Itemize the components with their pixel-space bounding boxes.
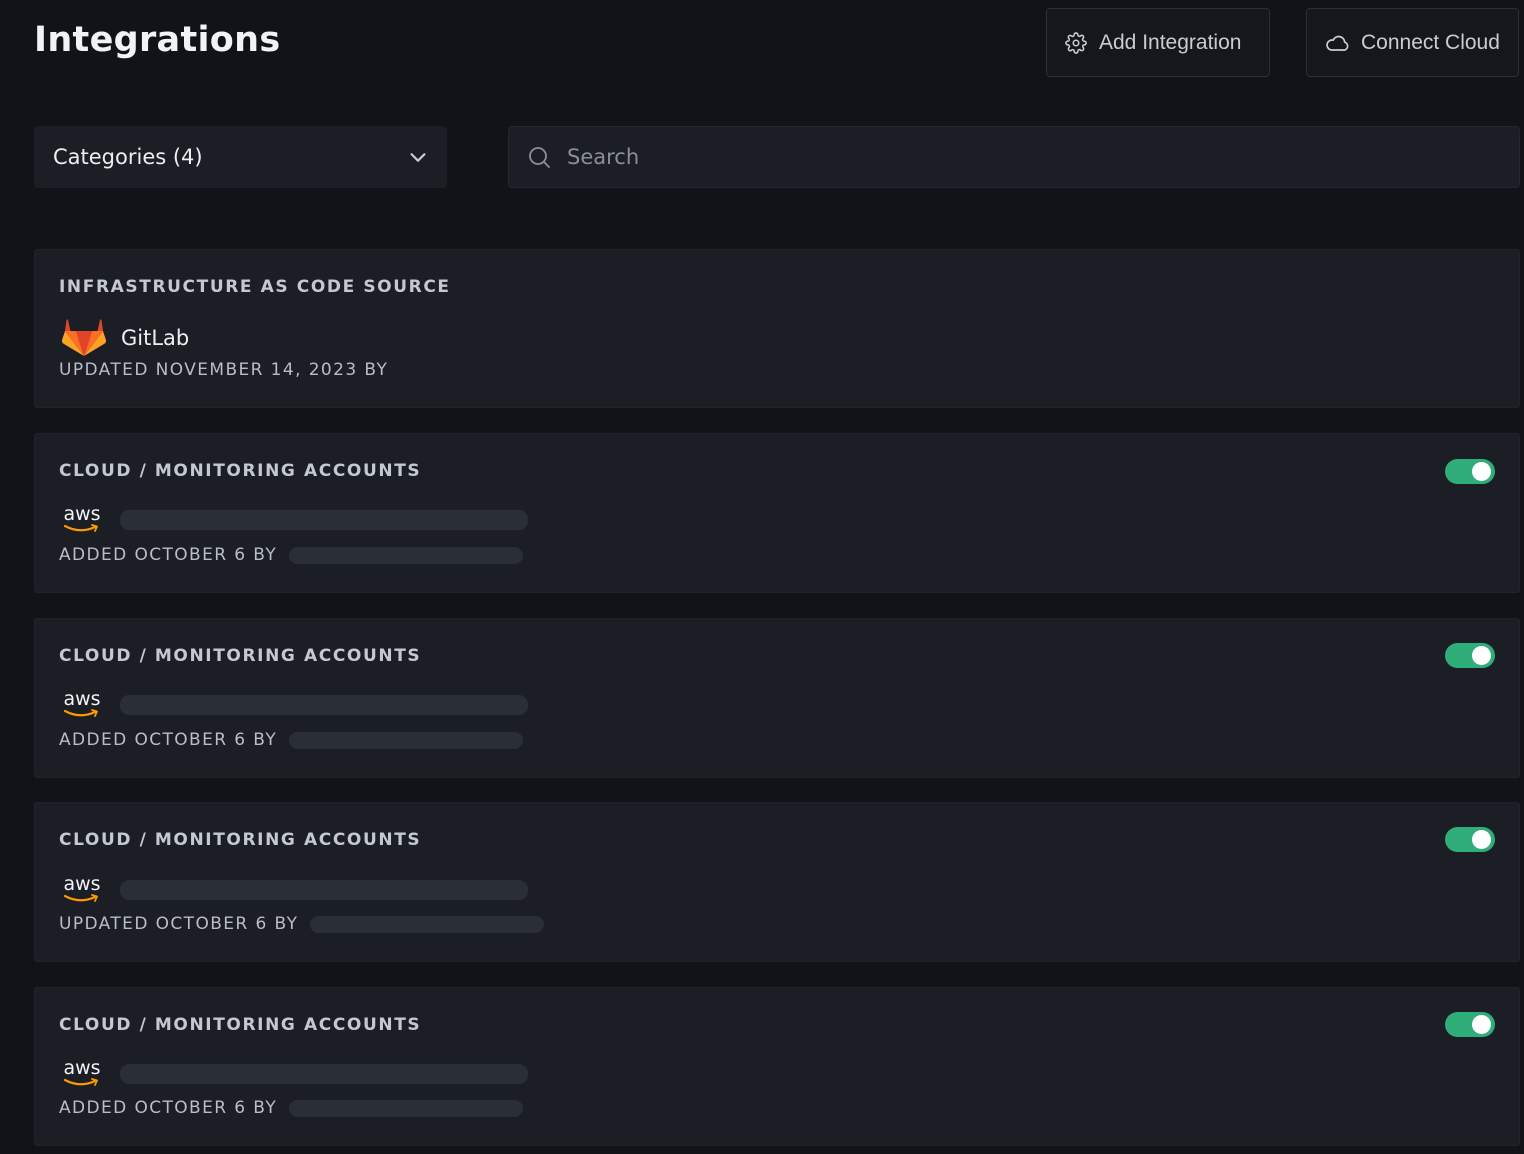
gitlab-logo-icon	[61, 319, 107, 356]
card-title-row: aws	[61, 689, 528, 721]
search-input[interactable]	[567, 145, 1467, 169]
aws-logo-icon: aws	[61, 874, 103, 906]
gear-icon	[1065, 31, 1087, 54]
aws-smile-icon	[63, 1078, 98, 1086]
redacted-user	[289, 546, 524, 564]
redacted-user	[289, 1099, 524, 1117]
enabled-toggle[interactable]	[1445, 827, 1495, 852]
card-meta: UPDATED NOVEMBER 14, 2023 BY	[59, 360, 388, 380]
integrations-page: Integrations Add Integration Connect Clo…	[0, 0, 1524, 1154]
card-category: INFRASTRUCTURE AS CODE SOURCE	[59, 277, 451, 297]
search-icon	[529, 147, 550, 168]
card-title-row: aws	[61, 874, 528, 906]
toggle-knob	[1472, 830, 1491, 849]
search-box[interactable]	[508, 126, 1520, 188]
enabled-toggle[interactable]	[1445, 643, 1495, 668]
redacted-user	[289, 731, 524, 749]
toggle-knob	[1472, 646, 1491, 665]
connect-cloud-label: Connect Cloud	[1361, 30, 1500, 54]
card-meta: UPDATED OCTOBER 6 BY	[59, 914, 545, 934]
meta-text: ADDED OCTOBER 6 BY	[59, 545, 278, 565]
integration-name: GitLab	[121, 326, 190, 350]
page-title: Integrations	[34, 20, 281, 60]
redacted-user	[310, 915, 545, 933]
categories-label: Categories (4)	[53, 145, 203, 169]
add-integration-button[interactable]: Add Integration	[1046, 8, 1270, 77]
card-category: CLOUD / MONITORING ACCOUNTS	[59, 646, 422, 666]
chevron-down-icon	[410, 153, 426, 162]
aws-logo-icon: aws	[61, 1058, 103, 1090]
card-category: CLOUD / MONITORING ACCOUNTS	[59, 830, 422, 850]
redacted-account-name	[120, 510, 528, 530]
redacted-account-name	[120, 1064, 528, 1084]
meta-text: UPDATED NOVEMBER 14, 2023 BY	[59, 360, 389, 380]
aws-smile-icon	[63, 524, 98, 532]
enabled-toggle[interactable]	[1445, 1012, 1495, 1037]
card-title-row: aws	[61, 504, 528, 536]
card-title-row: GitLab	[61, 318, 189, 358]
aws-logo-text: aws	[63, 873, 101, 895]
integration-card-aws[interactable]: CLOUD / MONITORING ACCOUNTS aws ADDED OC…	[34, 987, 1520, 1146]
integration-card-aws[interactable]: CLOUD / MONITORING ACCOUNTS aws ADDED OC…	[34, 433, 1520, 593]
aws-logo-text: aws	[63, 688, 101, 710]
enabled-toggle[interactable]	[1445, 459, 1495, 484]
meta-text: UPDATED OCTOBER 6 BY	[59, 914, 299, 934]
redacted-account-name	[120, 880, 528, 900]
card-meta: ADDED OCTOBER 6 BY	[59, 545, 524, 565]
integration-card-gitlab[interactable]: INFRASTRUCTURE AS CODE SOURCE GitLab UPD…	[34, 249, 1520, 408]
aws-smile-icon	[63, 894, 98, 902]
aws-logo-icon: aws	[61, 504, 103, 536]
card-title-row: aws	[61, 1058, 528, 1090]
connect-cloud-button[interactable]: Connect Cloud	[1306, 8, 1519, 77]
aws-logo-icon: aws	[61, 689, 103, 721]
add-integration-label: Add Integration	[1099, 30, 1242, 54]
aws-logo-text: aws	[63, 1057, 101, 1079]
card-meta: ADDED OCTOBER 6 BY	[59, 730, 524, 750]
meta-text: ADDED OCTOBER 6 BY	[59, 730, 278, 750]
integration-card-aws[interactable]: CLOUD / MONITORING ACCOUNTS aws ADDED OC…	[34, 618, 1520, 778]
redacted-account-name	[120, 695, 528, 715]
meta-text: ADDED OCTOBER 6 BY	[59, 1098, 278, 1118]
card-category: CLOUD / MONITORING ACCOUNTS	[59, 1015, 422, 1035]
aws-logo-text: aws	[63, 503, 101, 525]
aws-smile-icon	[63, 709, 98, 717]
cloud-icon	[1326, 35, 1349, 51]
categories-dropdown[interactable]: Categories (4)	[34, 126, 447, 188]
toggle-knob	[1472, 1015, 1491, 1034]
integration-card-aws[interactable]: CLOUD / MONITORING ACCOUNTS aws UPDATED …	[34, 802, 1520, 962]
card-category: CLOUD / MONITORING ACCOUNTS	[59, 461, 422, 481]
card-meta: ADDED OCTOBER 6 BY	[59, 1098, 524, 1118]
toggle-knob	[1472, 462, 1491, 481]
